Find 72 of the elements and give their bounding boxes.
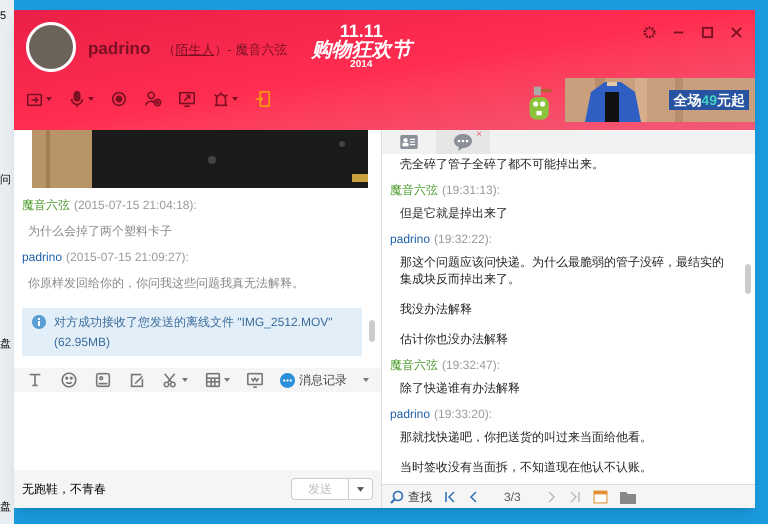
message-time: (19:31:13): [442,182,500,199]
relation-link[interactable]: 陌生人 [175,40,214,60]
settings-icon[interactable] [643,26,656,39]
maximize-icon[interactable] [701,26,714,39]
message-text: 我没办法解释 [399,301,473,318]
phone-icon[interactable] [254,90,272,108]
webcam-icon[interactable] [110,90,128,108]
sender-name: padrino [390,406,430,423]
mascot-icon [527,86,553,122]
message-time: (19:32:22): [434,231,492,248]
caret-icon[interactable] [232,97,238,101]
close-icon[interactable] [730,26,743,39]
message-text: 除了快递谁有办法解释 [399,380,521,397]
desktop-label: 5 [0,9,8,24]
close-tab-icon[interactable]: × [476,130,482,140]
alarm-light-icon[interactable] [212,90,230,108]
ad-slogan[interactable]: 全场49元起 [669,90,749,110]
caret-icon [357,486,364,492]
message-time: (2015-07-15 21:04:18): [74,197,197,214]
scrollbar-thumb[interactable] [369,320,375,342]
microphone-icon[interactable] [68,90,86,108]
desktop-label: 问 [0,172,12,188]
message-history-button[interactable]: 消息记录 [280,371,347,389]
contact-name: padrino [88,38,150,60]
message-text: 当时签收没有当面拆，不知道现在他认不认账。 [399,459,653,476]
first-page-icon[interactable] [444,490,456,502]
chat-bubble-icon [453,133,473,151]
sender-name: padrino [390,231,430,248]
page-indicator: 3/3 [504,488,521,506]
side-tab[interactable]: × [436,130,490,154]
search-icon [390,490,404,504]
message-text: 那就找快递吧，你把送货的叫过来当面给他看。 [399,429,653,446]
screen-share-icon[interactable] [178,90,196,108]
signature-text: 无跑鞋，不青春 [22,481,106,498]
message-time: (2015-07-15 21:09:27): [66,249,189,266]
desktop-label: 盘 [0,500,12,516]
message-time: (19:33:20): [434,406,492,423]
info-icon [32,315,46,329]
edit-icon[interactable] [128,371,146,389]
caret-icon[interactable] [88,97,94,101]
chat-bubble-icon [280,372,295,388]
table-icon[interactable] [204,371,222,389]
message-text: 但是它就是掉出来了 [399,205,509,222]
caret-icon[interactable] [182,378,188,382]
message-text: 估计你也没办法解释 [399,331,509,348]
last-page-icon[interactable] [568,490,581,502]
contact-relation-open: （ [162,41,176,59]
sender-name: 魔音六弦 [22,197,70,214]
add-user-icon[interactable] [144,90,162,108]
desktop-label: 盘 [0,336,12,352]
message-text: 你原样发回给你的，你问我这些问题我真无法解释。 [27,275,305,292]
caret-icon[interactable] [46,97,52,101]
sender-name: 魔音六弦 [390,182,438,199]
emoji-icon[interactable] [60,371,78,389]
file-received-notice: 对方成功接收了您发送的离线文件 "IMG_2512.MOV" (62.95MB) [54,314,334,351]
calendar-icon[interactable] [592,489,608,504]
message-text: 为什么会掉了两个塑料卡子 [27,223,173,240]
scrollbar-thumb[interactable] [745,264,751,294]
folder-icon[interactable] [620,490,636,504]
image-icon[interactable] [94,371,112,389]
whiteboard-icon[interactable] [246,371,264,389]
contact-remark: ）- 魔音六弦 [214,41,288,59]
contact-card-icon [400,135,418,149]
avatar[interactable] [26,22,76,72]
message-text: 那这个问题应该问快递。为什么最脆弱的管子没碎，最结实的集成块反而掉出来了。 [399,254,725,288]
message-text: 壳全碎了管子全碎了都不可能掉出来。 [399,156,605,173]
sender-name: 魔音六弦 [390,357,438,374]
sender-name: padrino [22,249,62,266]
message-time: (19:32:47): [442,357,500,374]
caret-icon[interactable] [224,378,230,382]
caret-icon[interactable] [363,378,369,382]
find-button[interactable]: 查找 [390,488,432,506]
